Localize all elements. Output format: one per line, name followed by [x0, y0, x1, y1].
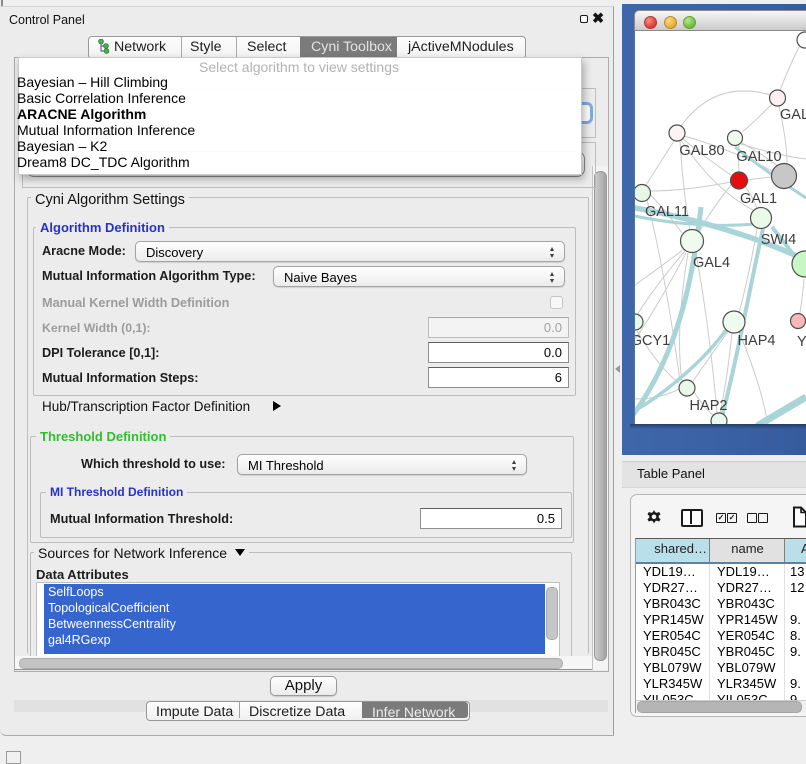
svg-text:GCY1: GCY1 [635, 333, 670, 349]
svg-text:GAL80: GAL80 [679, 143, 724, 159]
svg-text:GAL11: GAL11 [645, 204, 689, 220]
svg-text:HAP2: HAP2 [690, 398, 728, 414]
svg-text:GAL4: GAL4 [693, 255, 730, 271]
svg-text:GAL10: GAL10 [736, 149, 781, 165]
svg-text:HAP4: HAP4 [738, 333, 776, 349]
svg-text:GAL7: GAL7 [780, 107, 806, 123]
svg-text:SWI4: SWI4 [761, 232, 796, 248]
svg-text:GAL1: GAL1 [740, 191, 777, 207]
svg-text:Y: Y [797, 334, 806, 350]
